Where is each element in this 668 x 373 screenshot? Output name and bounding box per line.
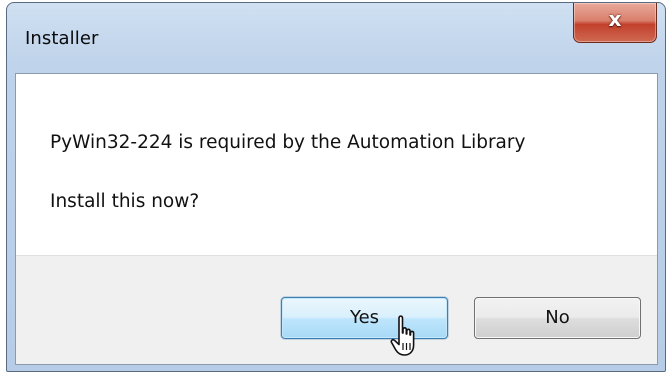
close-button[interactable]: x xyxy=(573,3,657,43)
no-button[interactable]: No xyxy=(474,297,641,339)
window-title: Installer xyxy=(25,28,99,49)
dialog-message: PyWin32-224 is required by the Automatio… xyxy=(50,132,526,153)
button-bar: Yes No xyxy=(16,255,657,364)
yes-button[interactable]: Yes xyxy=(281,297,448,339)
dialog-body: PyWin32-224 is required by the Automatio… xyxy=(15,73,658,365)
close-icon: x xyxy=(608,7,622,31)
dialog-question: Install this now? xyxy=(50,191,200,212)
hand-pointer-cursor-icon xyxy=(390,315,415,356)
installer-window: Installer x PyWin32-224 is required by t… xyxy=(6,2,666,372)
title-bar[interactable]: Installer x xyxy=(7,3,665,73)
